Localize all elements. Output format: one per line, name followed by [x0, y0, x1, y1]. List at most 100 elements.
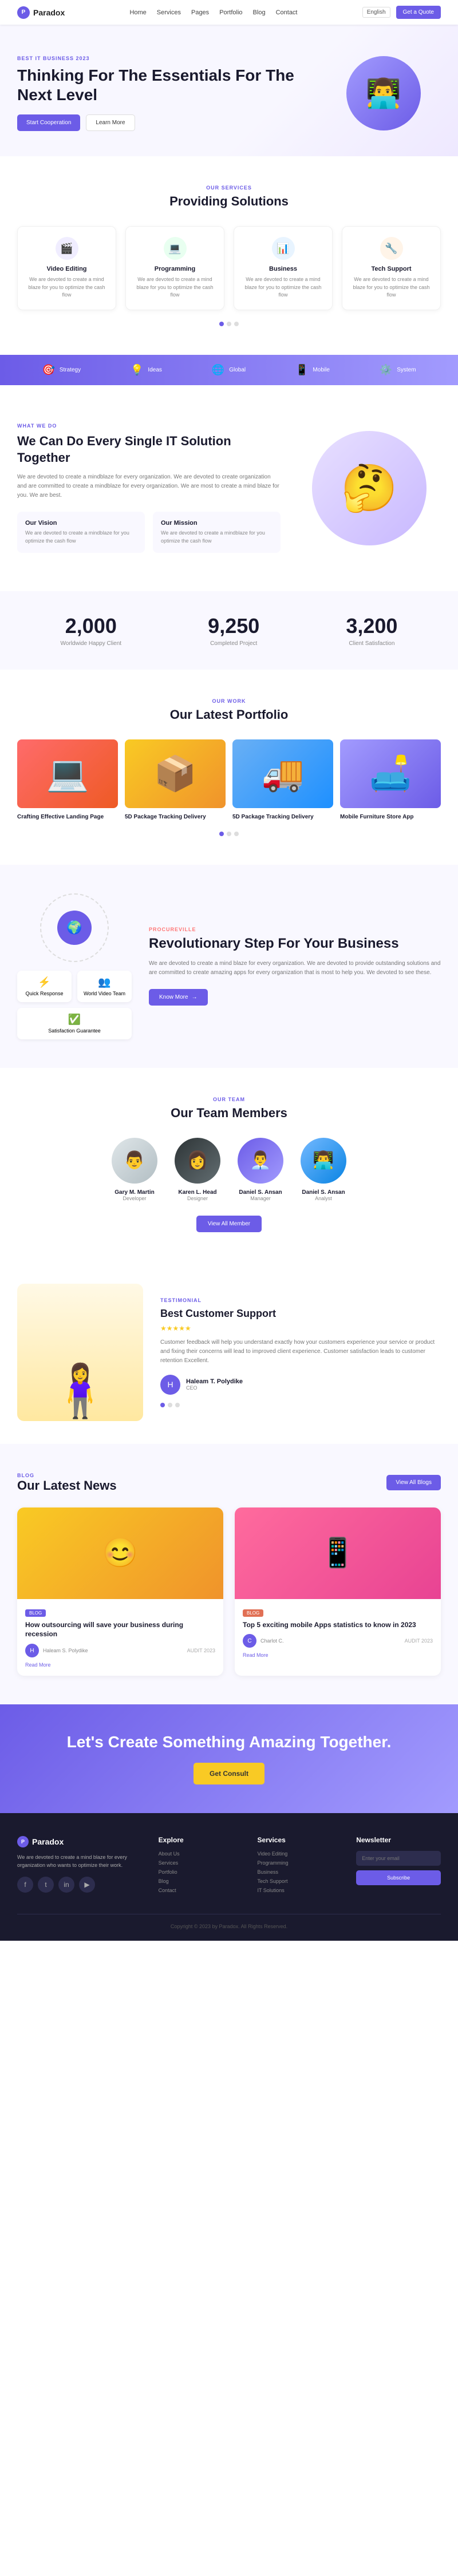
- mission-title: Our Mission: [161, 520, 273, 527]
- footer-service-programming[interactable]: Programming: [257, 1860, 342, 1866]
- portfolio-dot-3[interactable]: [234, 832, 239, 836]
- read-more-1[interactable]: Read More: [25, 1662, 215, 1668]
- test-dot-3[interactable]: [175, 1403, 180, 1407]
- member-role-4: Analyst: [301, 1196, 346, 1201]
- news-author-name-2: Charlot C.: [260, 1638, 284, 1644]
- dot-2[interactable]: [227, 322, 231, 326]
- footer-services-title: Services: [257, 1836, 342, 1844]
- get-quote-button[interactable]: Get a Quote: [396, 6, 441, 19]
- hero-illustration: 👨‍💻: [346, 56, 421, 130]
- solution-card-programming: 💻 Programming We are devoted to create a…: [125, 226, 224, 310]
- footer-link-portfolio[interactable]: Portfolio: [159, 1869, 243, 1875]
- know-more-button[interactable]: Know More →: [149, 989, 208, 1006]
- news-card-author-2: C Charlot C. AUDIT 2023: [243, 1634, 433, 1648]
- nav-contact[interactable]: Contact: [276, 9, 298, 16]
- nav-blog[interactable]: Blog: [253, 9, 266, 16]
- card-title-business: Business: [242, 266, 324, 272]
- footer-logo-icon: P: [17, 1836, 29, 1847]
- member-role-2: Designer: [175, 1196, 220, 1201]
- footer-link-about[interactable]: About Us: [159, 1851, 243, 1857]
- it-text: What We Do We Can Do Every Single IT Sol…: [17, 423, 281, 553]
- nav-home[interactable]: Home: [129, 9, 146, 16]
- view-all-news-button[interactable]: View All Blogs: [386, 1475, 441, 1490]
- stat-projects-number: 9,250: [208, 614, 259, 638]
- dot-3[interactable]: [234, 322, 239, 326]
- learn-more-button[interactable]: Learn More: [86, 114, 135, 131]
- portfolio-item-2: 📦 5D Package Tracking Delivery: [125, 739, 226, 820]
- it-3d-image: 🤔: [312, 431, 427, 545]
- testimonial-section: 🧍‍♀️ TESTIMONIAL Best Customer Support ★…: [0, 1261, 458, 1444]
- social-facebook[interactable]: f: [17, 1877, 33, 1893]
- footer-link-contact[interactable]: Contact: [159, 1888, 243, 1893]
- testimonial-person-illustration: 🧍‍♀️: [48, 1361, 112, 1421]
- rev-item-team: 👥 World Video Team: [77, 971, 132, 1002]
- footer-explore-title: Explore: [159, 1836, 243, 1844]
- footer-service-tech[interactable]: Tech Support: [257, 1878, 342, 1884]
- rev-items: ⚡ Quick Response 👥 World Video Team ✅ Sa…: [17, 971, 132, 1039]
- language-selector[interactable]: English: [362, 7, 390, 18]
- newsletter-subscribe-button[interactable]: Subscribe: [356, 1870, 441, 1885]
- portfolio-dot-2[interactable]: [227, 832, 231, 836]
- social-twitter[interactable]: t: [38, 1877, 54, 1893]
- portfolio-item-1: 💻 Crafting Effective Landing Page: [17, 739, 118, 820]
- test-dot-2[interactable]: [168, 1403, 172, 1407]
- cta-button[interactable]: Get Consult: [194, 1763, 264, 1784]
- stat-clients: 2,000 Worldwide Happy Client: [61, 614, 122, 647]
- global-icon: 🌐: [212, 364, 224, 376]
- news-img-2: 📱: [235, 1507, 441, 1599]
- portfolio-grid: 💻 Crafting Effective Landing Page 📦 5D P…: [17, 739, 441, 820]
- newsletter-email-input[interactable]: [356, 1851, 441, 1866]
- footer-service-business[interactable]: Business: [257, 1869, 342, 1875]
- social-youtube[interactable]: ▶: [79, 1877, 95, 1893]
- portfolio-title: Our Latest Portfolio: [17, 707, 441, 722]
- footer-service-it[interactable]: IT Solutions: [257, 1888, 342, 1893]
- hero-image: 👨‍💻: [326, 48, 441, 139]
- social-linkedin[interactable]: in: [58, 1877, 74, 1893]
- rev-item-quick: ⚡ Quick Response: [17, 971, 72, 1002]
- dot-1[interactable]: [219, 322, 224, 326]
- portfolio-title-1: Crafting Effective Landing Page: [17, 814, 118, 820]
- footer-service-video[interactable]: Video Editing: [257, 1851, 342, 1857]
- system-icon: ⚙️: [380, 364, 392, 376]
- quick-label: Quick Response: [23, 991, 66, 996]
- it-title: We Can Do Every Single IT Solution Toget…: [17, 433, 281, 466]
- team-title: Our Team Members: [17, 1106, 441, 1121]
- footer-link-blog[interactable]: Blog: [159, 1878, 243, 1884]
- programming-icon: 💻: [164, 237, 187, 260]
- solutions-grid: 🎬 Video Editing We are devoted to create…: [17, 226, 441, 310]
- nav-services[interactable]: Services: [157, 9, 181, 16]
- test-dot-1[interactable]: [160, 1403, 165, 1407]
- start-cooperation-button[interactable]: Start Cooperation: [17, 114, 80, 131]
- rev-item-satisfaction: ✅ Satisfaction Guarantee: [17, 1008, 132, 1039]
- news-card-2: 📱 BLOG Top 5 exciting mobile Apps statis…: [235, 1507, 441, 1676]
- brand-logo[interactable]: P Paradox: [17, 6, 65, 19]
- hero-buttons: Start Cooperation Learn More: [17, 114, 326, 131]
- footer-social: f t in ▶: [17, 1877, 144, 1893]
- newsletter-title: Newsletter: [356, 1836, 441, 1844]
- member-name-1: Gary M. Martin: [112, 1189, 157, 1196]
- solutions-section: Our Services Providing Solutions 🎬 Video…: [0, 156, 458, 355]
- footer-explore: Explore About Us Services Portfolio Blog…: [159, 1836, 243, 1897]
- news-author-avatar-2: C: [243, 1634, 256, 1648]
- service-strategy: 🎯 Strategy: [42, 364, 81, 376]
- nav-pages[interactable]: Pages: [191, 9, 209, 16]
- portfolio-label: Our Work: [17, 698, 441, 704]
- solution-card-business: 📊 Business We are devoted to create a mi…: [234, 226, 333, 310]
- member-avatar-1: 👨: [112, 1138, 157, 1184]
- portfolio-img-3: 🚚: [232, 739, 333, 808]
- read-more-2[interactable]: Read More: [243, 1652, 433, 1658]
- team-label: World Video Team: [83, 991, 126, 996]
- news-tag-1: BLOG: [25, 1609, 46, 1617]
- footer-link-services[interactable]: Services: [159, 1860, 243, 1866]
- footer-logo: P Paradox: [17, 1836, 144, 1847]
- it-section: What We Do We Can Do Every Single IT Sol…: [0, 385, 458, 591]
- team-member-2: 👩 Karen L. Head Designer: [175, 1138, 220, 1201]
- testimonial-author: H Haleam T. Polydike CEO: [160, 1375, 441, 1395]
- it-boxes: Our Vision We are devoted to create a mi…: [17, 512, 281, 553]
- author-avatar: H: [160, 1375, 180, 1395]
- member-role-1: Developer: [112, 1196, 157, 1201]
- portfolio-dot-1[interactable]: [219, 832, 224, 836]
- view-all-members-button[interactable]: View All Member: [196, 1216, 262, 1232]
- nav-portfolio[interactable]: Portfolio: [219, 9, 242, 16]
- footer-desc: We are devoted to create a mind blaze fo…: [17, 1853, 144, 1870]
